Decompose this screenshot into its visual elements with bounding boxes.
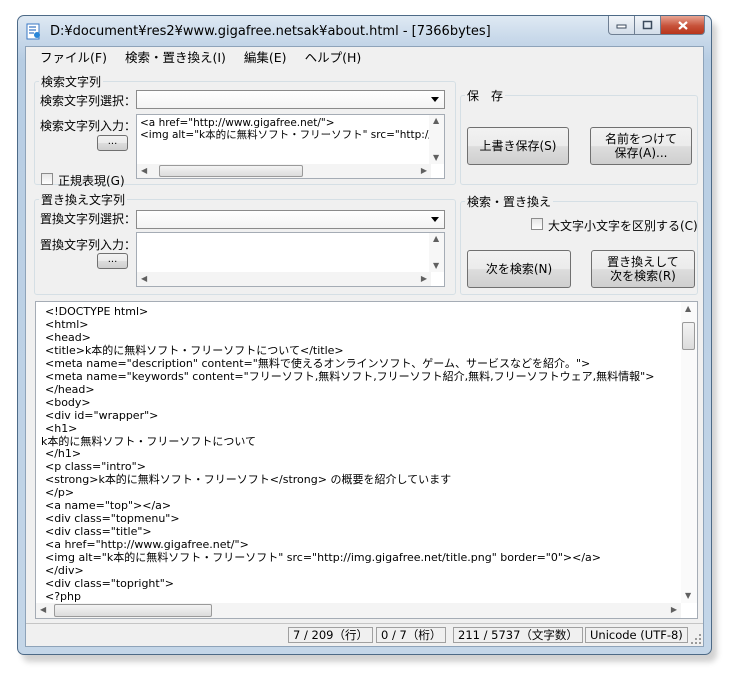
code-line: <h1>: [45, 421, 78, 435]
regex-checkbox[interactable]: [41, 173, 53, 185]
replace-input-hscroll[interactable]: ◀ ▶: [137, 272, 431, 286]
code-line: <div class="title">: [45, 525, 152, 539]
code-line: <body>: [45, 395, 91, 409]
editor-hthumb[interactable]: [54, 604, 212, 617]
search-input[interactable]: <a href="http://www.gigafree.net/"> <img…: [136, 114, 445, 179]
code-line: <a href="http://www.gigafree.net/">: [45, 538, 249, 552]
editor-vscroll[interactable]: ▲ ▼: [681, 302, 697, 603]
status-column: 0 / 7（桁）: [376, 627, 447, 643]
minimize-button[interactable]: [608, 16, 635, 35]
maximize-button[interactable]: [635, 16, 661, 35]
resize-grip-icon[interactable]: [690, 633, 702, 645]
search-input-hthumb[interactable]: [159, 165, 303, 177]
code-line: </h1>: [45, 447, 82, 461]
find-replace-group-legend: 検索・置き換え: [467, 195, 552, 209]
code-line: <div class="topmenu">: [45, 512, 180, 526]
code-line: <p class="intro">: [45, 460, 146, 474]
code-line: <div class="topright">: [45, 576, 174, 590]
code-line: <title>k本的に無料ソフト・フリーソフトについて</title>: [45, 343, 344, 357]
search-select[interactable]: [136, 90, 445, 109]
menu-search-replace[interactable]: 検索・置き換え(I): [116, 47, 235, 69]
code-line: <meta name="description" content="無料で使える…: [45, 356, 591, 370]
search-browse-button[interactable]: ...: [97, 135, 128, 151]
code-line: <img alt="k本的に無料ソフト・フリーソフト" src="http://…: [45, 551, 602, 565]
find-next-button[interactable]: 次を検索(N): [467, 250, 571, 288]
save-group-legend: 保 存: [467, 89, 504, 103]
minimize-icon: [616, 24, 627, 29]
code-line: <meta name="keywords" content="フリーソフト,無料…: [45, 369, 655, 383]
code-line: </head>: [45, 382, 95, 396]
scroll-down-icon[interactable]: ▼: [433, 154, 439, 162]
window-title: D:¥document¥res2¥www.gigafree.netsak¥abo…: [50, 24, 491, 39]
maximize-icon: [642, 20, 653, 30]
replace-browse-button[interactable]: ...: [97, 253, 128, 269]
scroll-right-icon[interactable]: ▶: [671, 606, 677, 614]
replace-next-line-1: 置き換えして: [607, 255, 679, 269]
chevron-down-icon: [431, 97, 439, 102]
code-line: <?php: [45, 589, 81, 603]
replace-and-find-next-button[interactable]: 置き換えして 次を検索(R): [591, 250, 695, 288]
save-as-line-2: 保存(A)...: [614, 146, 668, 160]
caption-buttons: [608, 16, 705, 36]
editor-vthumb[interactable]: [682, 322, 695, 350]
replace-select[interactable]: [136, 210, 445, 229]
search-group-legend: 検索文字列: [41, 75, 102, 89]
app-icon: [26, 23, 40, 40]
replace-group-legend: 置き換え文字列: [41, 193, 126, 207]
menu-bar: ファイル(F) 検索・置き換え(I) 編集(E) ヘルプ(H): [26, 47, 703, 69]
scroll-left-icon[interactable]: ◀: [141, 167, 147, 175]
search-input-vscroll[interactable]: ▲ ▼: [429, 115, 444, 164]
status-encoding: Unicode (UTF-8): [585, 627, 688, 643]
overwrite-save-button[interactable]: 上書き保存(S): [467, 127, 569, 165]
regex-label: 正規表現(G): [58, 174, 125, 188]
client-area: ファイル(F) 検索・置き換え(I) 編集(E) ヘルプ(H) 検索文字列 検索…: [25, 46, 704, 647]
scroll-right-icon[interactable]: ▶: [421, 275, 427, 283]
menu-help[interactable]: ヘルプ(H): [296, 47, 371, 69]
scroll-up-icon[interactable]: ▲: [685, 305, 691, 313]
title-bar[interactable]: D:¥document¥res2¥www.gigafree.netsak¥abo…: [18, 16, 711, 46]
status-line: 7 / 209（行）: [288, 627, 373, 643]
replace-input-vscroll[interactable]: ▲ ▼: [429, 233, 444, 272]
case-sensitive-label: 大文字小文字を区別する(C): [548, 219, 698, 233]
code-line: </div>: [45, 564, 84, 577]
replace-input[interactable]: ▲ ▼ ◀ ▶: [136, 232, 445, 287]
case-sensitive-checkbox[interactable]: [531, 218, 543, 230]
close-icon: [677, 20, 688, 30]
scroll-down-icon[interactable]: ▼: [433, 262, 439, 270]
chevron-down-icon: [431, 217, 439, 222]
scroll-down-icon[interactable]: ▼: [685, 592, 691, 600]
scroll-left-icon[interactable]: ◀: [40, 606, 46, 614]
replace-input-label: 置換文字列入力：: [40, 238, 137, 252]
close-button[interactable]: [661, 16, 705, 35]
code-line: k本的に無料ソフト・フリーソフトについて: [41, 434, 257, 448]
scroll-up-icon[interactable]: ▲: [433, 117, 439, 125]
save-as-line-1: 名前をつけて: [604, 132, 677, 146]
scroll-left-icon[interactable]: ◀: [141, 275, 147, 283]
code-line: <strong>k本的に無料ソフト・フリーソフト</strong> の概要を紹介…: [45, 473, 452, 487]
status-bar: 7 / 209（行） 0 / 7（桁） 211 / 5737（文字数） Unic…: [26, 623, 703, 646]
editor-hscroll[interactable]: ◀ ▶: [36, 603, 681, 618]
search-input-line-1: <a href="http://www.gigafree.net/">: [140, 117, 335, 129]
search-input-line-2: <img alt="k本的に無料ソフト・フリーソフト" src="http://…: [140, 129, 445, 141]
code-line: <head>: [45, 330, 91, 344]
scroll-up-icon[interactable]: ▲: [433, 235, 439, 243]
code-line: <!DOCTYPE html>: [45, 305, 149, 318]
status-chars: 211 / 5737（文字数）: [453, 627, 583, 643]
code-line: <div id="wrapper">: [45, 408, 159, 422]
menu-file[interactable]: ファイル(F): [26, 47, 116, 69]
source-editor[interactable]: <!DOCTYPE html> <html> <head> <title>k本的に無料…: [35, 301, 698, 619]
search-input-hscroll[interactable]: ◀ ▶: [137, 164, 431, 178]
search-select-label: 検索文字列選択：: [40, 94, 137, 108]
app-window: D:¥document¥res2¥www.gigafree.netsak¥abo…: [17, 15, 712, 655]
scroll-right-icon[interactable]: ▶: [421, 167, 427, 175]
menu-edit[interactable]: 編集(E): [235, 47, 296, 69]
code-line: </p>: [45, 486, 75, 500]
save-as-button[interactable]: 名前をつけて 保存(A)...: [590, 127, 692, 165]
code-line: <a name="top"></a>: [45, 499, 172, 513]
code-line: <html>: [45, 317, 89, 331]
replace-select-label: 置換文字列選択：: [40, 212, 137, 226]
replace-next-line-2: 次を検索(R): [610, 269, 676, 283]
search-input-label: 検索文字列入力：: [40, 119, 137, 133]
